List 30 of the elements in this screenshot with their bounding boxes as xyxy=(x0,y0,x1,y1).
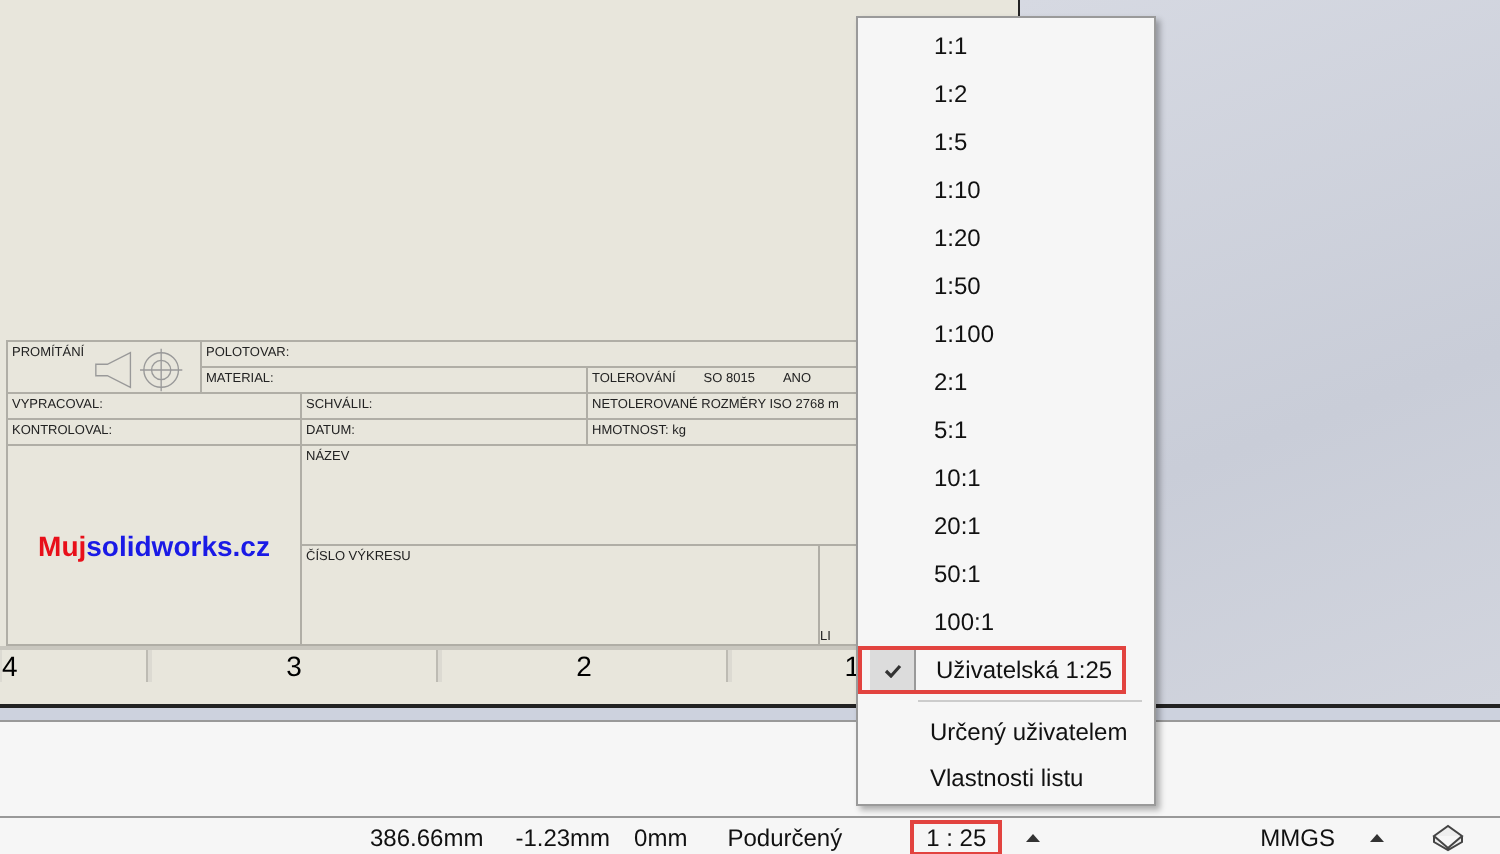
caret-icon[interactable] xyxy=(1370,833,1385,841)
x-coordinate: 386.66mm xyxy=(370,823,484,851)
menu-item[interactable]: 1:20 xyxy=(858,214,1126,262)
check-icon xyxy=(883,663,901,677)
menu-item[interactable]: 1:2 xyxy=(858,70,1126,118)
menu-item[interactable]: Uživatelská 1:25 xyxy=(858,646,1126,694)
menu-item[interactable]: 1:100 xyxy=(858,310,1126,358)
box-icon[interactable] xyxy=(1432,823,1465,851)
zone-number: 3 xyxy=(152,650,438,682)
menu-item[interactable]: Určený uživatelem xyxy=(858,708,1154,754)
menu-item[interactable]: 1:10 xyxy=(858,166,1126,214)
menu-item[interactable]: 100:1 xyxy=(858,598,1126,646)
menu-item[interactable]: 1:50 xyxy=(858,262,1126,310)
logo-text: Mujsolidworks.cz xyxy=(38,529,270,561)
menu-item[interactable]: Vlastnosti listu xyxy=(858,754,1154,800)
zone-number: 2 xyxy=(442,650,728,682)
caret-icon[interactable] xyxy=(1026,833,1041,841)
definition-status: Podurčený xyxy=(727,823,843,851)
y-coordinate: -1.23mm xyxy=(515,823,611,851)
menu-item[interactable]: 50:1 xyxy=(858,550,1126,598)
menu-item[interactable]: 1:5 xyxy=(858,118,1126,166)
z-coordinate: 0mm xyxy=(634,823,688,851)
menu-item[interactable]: 10:1 xyxy=(858,454,1126,502)
zone-number: 4 xyxy=(2,650,148,682)
menu-item[interactable]: 2:1 xyxy=(858,358,1126,406)
menu-item[interactable]: 5:1 xyxy=(858,406,1126,454)
units-label[interactable]: MMGS xyxy=(1260,823,1335,851)
sheet-scale[interactable]: 1 : 25 xyxy=(910,819,1003,854)
menu-item[interactable]: 20:1 xyxy=(858,502,1126,550)
menu-item[interactable]: 1:1 xyxy=(858,22,1126,70)
